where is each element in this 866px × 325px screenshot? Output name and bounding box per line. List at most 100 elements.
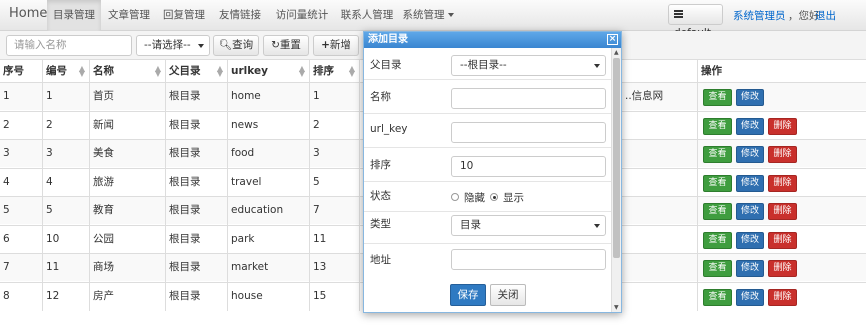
status-hide-radio[interactable] [451, 193, 459, 201]
save-button[interactable]: 保存 [450, 284, 486, 306]
type-select-value: 目录 [460, 219, 481, 231]
delete-button[interactable]: 删除 [768, 203, 797, 220]
nav-visits[interactable]: 访问量统计 [270, 0, 334, 31]
type-select[interactable]: 目录 [451, 215, 606, 236]
edit-button[interactable]: 修改 [736, 146, 764, 163]
delete-button[interactable]: 删除 [768, 231, 797, 249]
cell-id: 1 [43, 83, 90, 111]
field-name: 名称 [364, 80, 611, 114]
cell-extra: ..信息网 [622, 83, 698, 111]
name-input[interactable] [451, 88, 606, 109]
chevron-down-icon [447, 13, 454, 17]
cell-extra [622, 225, 698, 254]
close-button[interactable]: 关闭 [490, 284, 526, 306]
view-button[interactable]: 查看 [703, 203, 732, 220]
view-button[interactable]: 查看 [703, 260, 732, 277]
dialog-scrollbar[interactable]: ▲ ▼ [611, 48, 621, 312]
delete-button[interactable]: 删除 [768, 174, 797, 192]
cell-seq: 7 [0, 254, 43, 282]
cell-parent: 根目录 [166, 168, 228, 197]
cell-extra [622, 282, 698, 311]
cell-name: 房产 [90, 282, 166, 311]
cell-urlkey: education [228, 197, 310, 225]
address-input[interactable] [451, 249, 606, 270]
view-button[interactable]: 查看 [703, 174, 732, 192]
edit-button[interactable]: 修改 [736, 174, 764, 192]
cell-seq: 6 [0, 225, 43, 254]
theme-button[interactable]: default [668, 4, 723, 39]
user-link[interactable]: 系统管理员 [733, 8, 786, 23]
cell-parent: 根目录 [166, 225, 228, 254]
col-parent[interactable]: 父目录 ▲ ▼ [166, 60, 228, 82]
cell-parent: 根目录 [166, 254, 228, 282]
cell-sort: 2 [310, 111, 360, 140]
query-label: 查询 [232, 39, 254, 51]
edit-button[interactable]: 修改 [736, 117, 764, 135]
col-id[interactable]: 编号 ▲ ▼ [43, 60, 90, 82]
cell-urlkey: news [228, 111, 310, 140]
cell-sort: 11 [310, 225, 360, 254]
scroll-up-icon[interactable]: ▲ [614, 49, 619, 56]
cell-seq: 2 [0, 111, 43, 140]
cell-extra [622, 197, 698, 225]
cell-parent: 根目录 [166, 197, 228, 225]
close-icon[interactable]: × [607, 34, 618, 45]
name-search-input[interactable]: 请输入名称 [6, 35, 132, 56]
nav-links[interactable]: 友情链接 [213, 0, 267, 31]
sort-label: 排序 [370, 159, 391, 171]
edit-button[interactable]: 修改 [736, 231, 764, 249]
edit-button[interactable]: 修改 [736, 89, 764, 106]
brand-home[interactable]: Home [9, 6, 47, 21]
reset-label: 重置 [279, 39, 301, 51]
col-name[interactable]: 名称 ▲ ▼ [90, 60, 166, 82]
nav-articles[interactable]: 文章管理 [103, 0, 155, 31]
chevron-down-icon [594, 64, 600, 68]
col-urlkey[interactable]: urlkey ▲ ▼ [228, 60, 310, 82]
cell-extra [622, 140, 698, 168]
cell-sort: 13 [310, 254, 360, 282]
field-urlkey: url_key [364, 114, 611, 148]
dialog-footer: 保存 关闭 [364, 284, 611, 312]
query-button[interactable]: 🔍︎查询 [213, 35, 259, 56]
urlkey-input[interactable] [451, 122, 606, 143]
field-type: 类型 目录 [364, 212, 611, 244]
nav-replies[interactable]: 回复管理 [158, 0, 210, 31]
scroll-down-icon[interactable]: ▼ [614, 304, 619, 311]
cell-sort: 1 [310, 83, 360, 111]
sort-input[interactable]: 10 [451, 156, 606, 177]
cell-id: 11 [43, 254, 90, 282]
delete-button[interactable]: 删除 [768, 288, 797, 306]
edit-button[interactable]: 修改 [736, 203, 764, 220]
edit-button[interactable]: 修改 [736, 260, 764, 277]
delete-button[interactable]: 删除 [768, 146, 797, 163]
cell-parent: 根目录 [166, 111, 228, 140]
scroll-thumb[interactable] [613, 58, 620, 258]
dialog-header: 添加目录 × [364, 32, 621, 48]
nav-contacts[interactable]: 联系人管理 [336, 0, 398, 31]
delete-button[interactable]: 删除 [768, 260, 797, 277]
col-sort-label: 排序 [313, 65, 334, 77]
filter-select[interactable]: --请选择-- [136, 35, 210, 56]
edit-button[interactable]: 修改 [736, 288, 764, 306]
reset-button[interactable]: ↻重置 [263, 35, 309, 56]
col-seq[interactable]: 序号 [0, 60, 43, 82]
cell-urlkey: food [228, 140, 310, 168]
view-button[interactable]: 查看 [703, 288, 732, 306]
cell-id: 5 [43, 197, 90, 225]
logout-link[interactable]: 退出 [815, 8, 836, 23]
cell-name: 商场 [90, 254, 166, 282]
cell-id: 3 [43, 140, 90, 168]
nav-directory[interactable]: 目录管理 [47, 0, 101, 31]
view-button[interactable]: 查看 [703, 231, 732, 249]
view-button[interactable]: 查看 [703, 89, 732, 106]
delete-button[interactable]: 删除 [768, 117, 797, 135]
nav-system[interactable]: 系统管理 [400, 0, 456, 31]
col-sort[interactable]: 排序 ▲ ▼ [310, 60, 360, 82]
parent-select[interactable]: --根目录-- [451, 55, 606, 76]
cell-id: 4 [43, 168, 90, 197]
cell-extra [622, 168, 698, 197]
add-button[interactable]: +新增 [313, 35, 359, 56]
status-show-radio[interactable] [490, 193, 498, 201]
view-button[interactable]: 查看 [703, 146, 732, 163]
view-button[interactable]: 查看 [703, 117, 732, 135]
